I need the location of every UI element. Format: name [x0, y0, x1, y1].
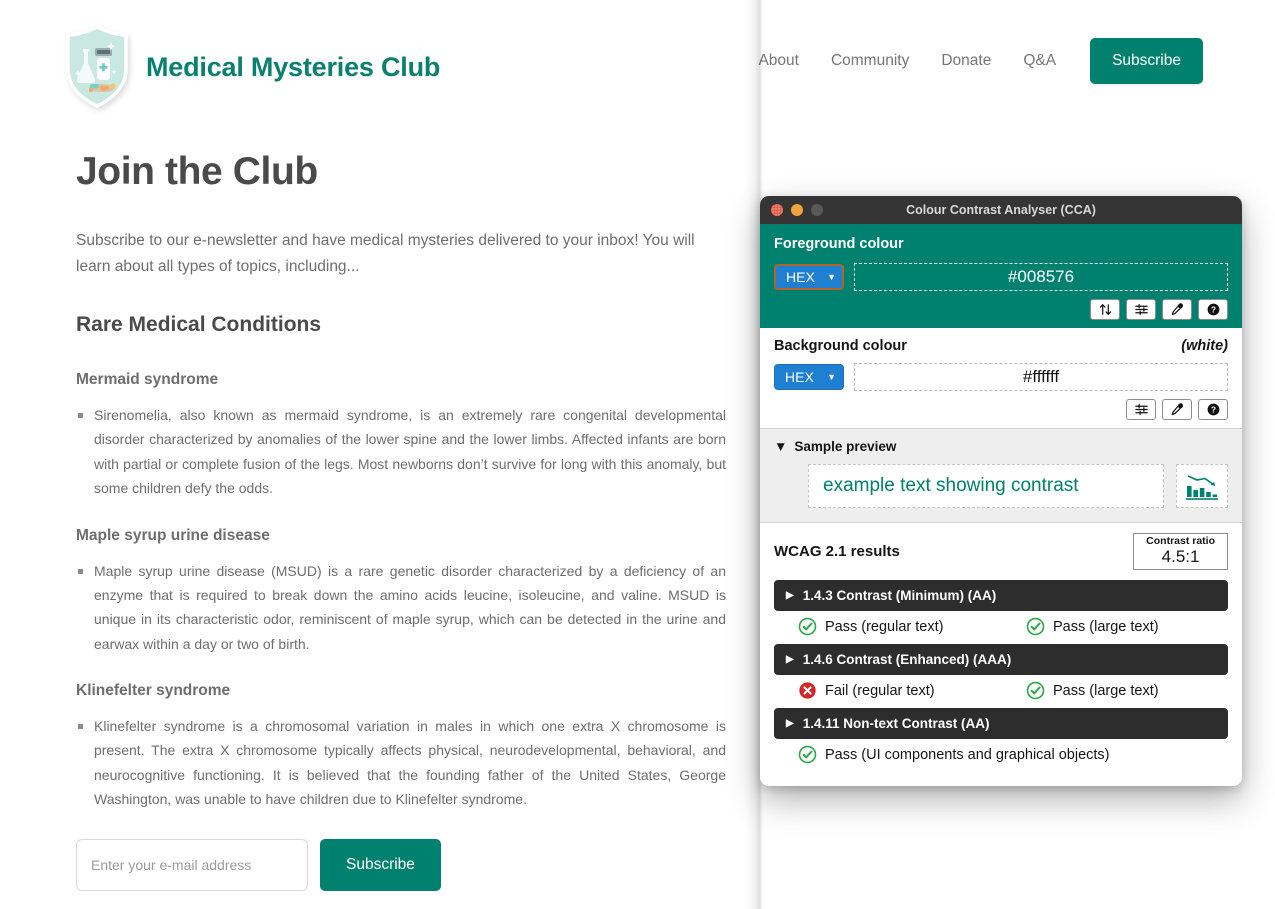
verdict-large-text: Pass (large text): [1026, 681, 1242, 700]
foreground-colour-panel: Foreground colour HEX ▼ #008576 ?: [760, 224, 1242, 328]
foreground-colour-row: HEX ▼ #008576: [774, 263, 1228, 291]
svg-text:?: ?: [1210, 305, 1215, 315]
pass-icon: [1026, 681, 1045, 700]
cca-titlebar[interactable]: Colour Contrast Analyser (CCA): [760, 196, 1242, 224]
criterion-1-4-11-verdicts: Pass (UI components and graphical object…: [774, 745, 1228, 772]
cca-window-title: Colour Contrast Analyser (CCA): [906, 203, 1096, 217]
condition-list-msud: Maple syrup urine disease (MSUD) is a ra…: [76, 559, 726, 656]
verdict-text: Pass (large text): [1053, 618, 1159, 635]
background-format-select[interactable]: HEX: [774, 364, 844, 390]
fail-icon: [799, 682, 816, 699]
nav-item-donate[interactable]: Donate: [925, 46, 1007, 76]
help-icon[interactable]: ?: [1198, 399, 1228, 420]
sample-preview-panel: ▼ Sample preview example text showing co…: [760, 429, 1242, 523]
swap-colours-icon[interactable]: [1090, 299, 1120, 320]
background-colour-panel: Background colour (white) HEX ▼ #ffffff: [760, 328, 1242, 429]
triangle-right-icon: ▶: [786, 589, 794, 601]
foreground-label: Foreground colour: [774, 236, 904, 252]
wcag-results-header: WCAG 2.1 results Contrast ratio 4.5:1: [774, 533, 1228, 571]
pass-icon: [798, 617, 817, 636]
contrast-ratio-value: 4.5:1: [1161, 546, 1200, 566]
background-header: Background colour (white): [774, 338, 1228, 354]
verdict-ui-components: Pass (UI components and graphical object…: [798, 745, 1110, 764]
condition-list-mermaid: Sirenomelia, also known as mermaid syndr…: [76, 403, 726, 500]
pass-icon: [798, 745, 817, 764]
foreground-tools: ?: [774, 299, 1228, 320]
list-item: Maple syrup urine disease (MSUD) is a ra…: [78, 559, 726, 656]
criterion-label: 1.4.11 Non-text Contrast (AA): [802, 716, 990, 732]
verdict-text: Pass (large text): [1053, 682, 1159, 699]
condition-title-klinefelter: Klinefelter syndrome: [76, 682, 231, 699]
chart-sample-icon: [1176, 464, 1228, 508]
list-item: Sirenomelia, also known as mermaid syndr…: [78, 403, 726, 500]
medical-shield-logo-icon: [64, 25, 130, 109]
verdict-regular-text: Fail (regular text): [798, 681, 1026, 700]
triangle-down-icon: ▼: [774, 439, 788, 454]
pass-icon: [1026, 617, 1045, 636]
list-item: Klinefelter syndrome is a chromosomal va…: [78, 714, 726, 811]
newsletter-subscribe-button[interactable]: Subscribe: [320, 839, 441, 892]
criterion-label: 1.4.3 Contrast (Minimum) (AA): [802, 588, 997, 604]
criterion-1-4-6-header[interactable]: ▶ 1.4.6 Contrast (Enhanced) (AAA): [774, 644, 1228, 676]
main-nav: About Community Donate Q&A Subscribe: [742, 38, 1203, 84]
nav-subscribe-button[interactable]: Subscribe: [1090, 38, 1203, 84]
background-format-select-wrap: HEX ▼: [774, 364, 844, 390]
contrast-ratio-label: Contrast ratio: [1146, 535, 1215, 547]
sample-preview-row: example text showing contrast: [774, 464, 1228, 508]
criterion-1-4-6-verdicts: Fail (regular text) Pass (large text): [774, 681, 1228, 708]
verdict-regular-text: Pass (regular text): [798, 617, 1026, 636]
condition-title-msud: Maple syrup urine disease: [76, 526, 270, 544]
triangle-right-icon: ▶: [786, 717, 794, 729]
criterion-1-4-3-verdicts: Pass (regular text) Pass (large text): [774, 617, 1228, 644]
foreground-hex-value[interactable]: #008576: [854, 263, 1228, 291]
main-content: Join the Club Subscribe to our e-newslet…: [76, 150, 726, 909]
verdict-text: Pass (regular text): [825, 618, 944, 635]
verdict-text: Fail (regular text): [825, 682, 935, 699]
nav-item-qa[interactable]: Q&A: [1007, 46, 1072, 76]
minimize-button[interactable]: [791, 204, 803, 216]
background-tools: ?: [774, 399, 1228, 420]
sample-text: example text showing contrast: [808, 464, 1164, 508]
brand-title: Medical Mysteries Club: [146, 51, 441, 82]
verdict-large-text: Pass (large text): [1026, 617, 1242, 636]
wcag-results-panel: WCAG 2.1 results Contrast ratio 4.5:1 ▶ …: [760, 523, 1242, 787]
site-header: Medical Mysteries Club About Community D…: [0, 0, 1275, 122]
svg-text:?: ?: [1210, 405, 1215, 415]
background-colour-row: HEX ▼ #ffffff: [774, 363, 1228, 391]
background-label: Background colour: [774, 338, 907, 354]
triangle-right-icon: ▶: [786, 653, 794, 665]
nav-item-community[interactable]: Community: [815, 46, 925, 76]
intro-paragraph: Subscribe to our e-newsletter and have m…: [76, 232, 695, 275]
background-colour-name: (white): [1181, 338, 1228, 354]
sliders-icon[interactable]: [1126, 299, 1156, 320]
colour-contrast-analyser-window: Colour Contrast Analyser (CCA) Foregroun…: [760, 196, 1242, 787]
newsletter-signup-form: Subscribe: [76, 839, 726, 892]
close-button[interactable]: [771, 204, 783, 216]
section-title: Rare Medical Conditions: [76, 313, 322, 337]
eyedropper-icon[interactable]: [1162, 299, 1192, 320]
background-hex-value[interactable]: #ffffff: [854, 363, 1228, 391]
page-title: Join the Club: [76, 150, 318, 193]
foreground-format-select[interactable]: HEX: [774, 264, 844, 290]
criterion-1-4-3-header[interactable]: ▶ 1.4.3 Contrast (Minimum) (AA): [774, 580, 1228, 612]
nav-item-about[interactable]: About: [742, 46, 815, 76]
window-controls: [771, 204, 823, 216]
sliders-icon[interactable]: [1126, 399, 1156, 420]
help-icon[interactable]: ?: [1198, 299, 1228, 320]
eyedropper-icon[interactable]: [1162, 399, 1192, 420]
sample-preview-label: Sample preview: [794, 439, 897, 454]
condition-list-klinefelter: Klinefelter syndrome is a chromosomal va…: [76, 714, 726, 811]
criterion-label: 1.4.6 Contrast (Enhanced) (AAA): [802, 652, 1012, 668]
wcag-results-title: WCAG 2.1 results: [774, 543, 900, 561]
verdict-text: Pass (UI components and graphical object…: [825, 746, 1110, 763]
email-input[interactable]: [76, 839, 308, 892]
condition-title-mermaid: Mermaid syndrome: [76, 371, 219, 389]
sample-preview-disclosure[interactable]: ▼ Sample preview: [774, 439, 1228, 454]
criterion-1-4-11-header[interactable]: ▶ 1.4.11 Non-text Contrast (AA): [774, 708, 1228, 740]
zoom-button: [811, 204, 823, 216]
foreground-format-select-wrap: HEX ▼: [774, 264, 844, 290]
brand[interactable]: Medical Mysteries Club: [64, 25, 440, 109]
contrast-ratio-badge: Contrast ratio 4.5:1: [1133, 533, 1228, 571]
